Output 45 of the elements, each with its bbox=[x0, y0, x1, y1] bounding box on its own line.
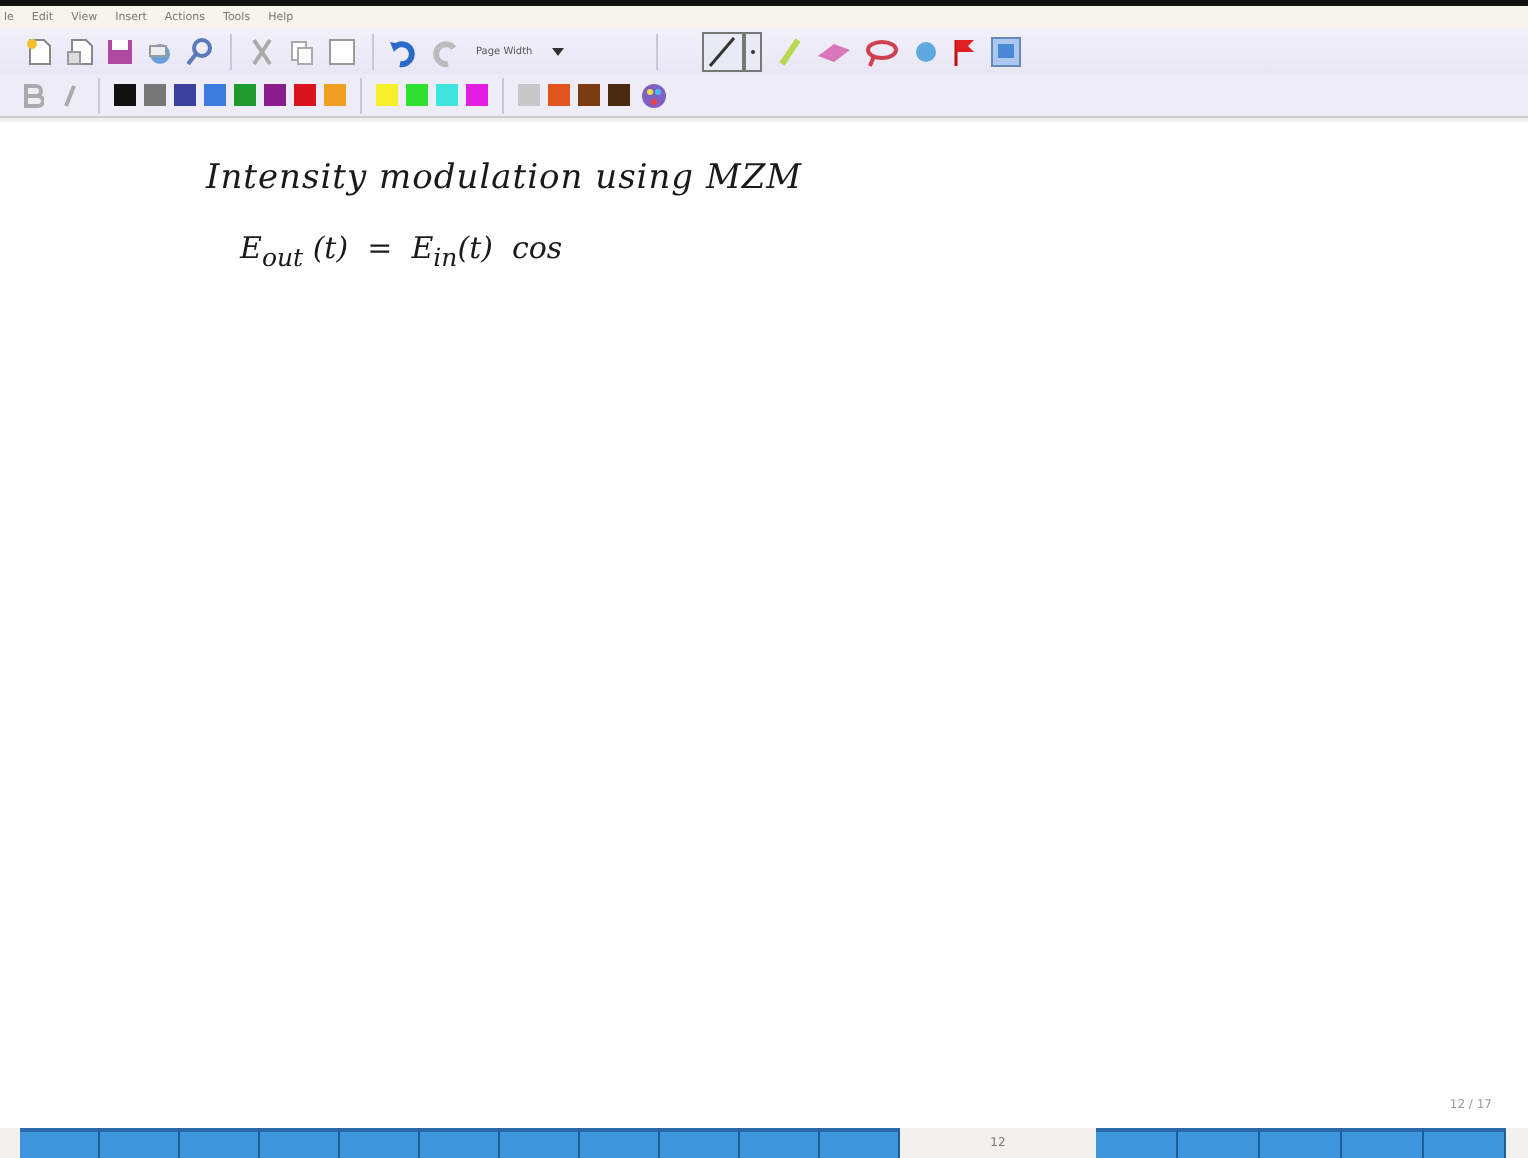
handwritten-title: Intensity modulation using MZM bbox=[206, 158, 805, 198]
page-tab[interactable] bbox=[500, 1128, 580, 1158]
color-swatch[interactable] bbox=[294, 84, 316, 106]
color-swatch[interactable] bbox=[144, 84, 166, 106]
color-swatch[interactable] bbox=[518, 84, 540, 106]
page-tab[interactable] bbox=[20, 1128, 100, 1158]
color-swatch[interactable] bbox=[406, 84, 428, 106]
page-tab[interactable] bbox=[180, 1128, 260, 1158]
page-tab[interactable] bbox=[1096, 1128, 1178, 1158]
handwritten-equation: E$_{out}$ (t) = E$_{in}$(t) cos bbox=[240, 230, 565, 272]
page-tab[interactable] bbox=[820, 1128, 900, 1158]
color-swatch[interactable] bbox=[234, 84, 256, 106]
open-file-icon[interactable] bbox=[64, 35, 96, 67]
page-tab[interactable] bbox=[580, 1128, 660, 1158]
page-tab[interactable] bbox=[420, 1128, 500, 1158]
page-tab[interactable] bbox=[1342, 1128, 1424, 1158]
page-tab[interactable] bbox=[1260, 1128, 1342, 1158]
palette-icon[interactable] bbox=[638, 79, 670, 111]
lasso-icon[interactable] bbox=[862, 35, 903, 67]
caret-icon bbox=[552, 47, 565, 55]
color-swatch[interactable] bbox=[264, 84, 286, 106]
page-tab[interactable] bbox=[660, 1128, 740, 1158]
color-swatch[interactable] bbox=[376, 84, 398, 106]
pen-tool-icon[interactable] bbox=[702, 31, 763, 71]
search-icon[interactable] bbox=[184, 35, 216, 67]
page-tab[interactable] bbox=[1424, 1128, 1506, 1158]
color-swatch[interactable] bbox=[578, 84, 600, 106]
color-swatch[interactable] bbox=[608, 84, 630, 106]
page-tab[interactable] bbox=[340, 1128, 420, 1158]
color-swatch[interactable] bbox=[548, 84, 570, 106]
page-tab[interactable] bbox=[260, 1128, 340, 1158]
copy-icon[interactable] bbox=[286, 35, 318, 67]
new-note-icon[interactable] bbox=[24, 35, 56, 67]
undo-icon[interactable] bbox=[388, 35, 420, 67]
color-swatch[interactable] bbox=[114, 84, 136, 106]
color-swatch[interactable] bbox=[324, 84, 346, 106]
bold-icon[interactable] bbox=[20, 79, 48, 111]
page-tab[interactable] bbox=[1178, 1128, 1260, 1158]
color-swatch[interactable] bbox=[466, 84, 488, 106]
page-tab[interactable] bbox=[100, 1128, 180, 1158]
color-swatch[interactable] bbox=[174, 84, 196, 106]
page-tab[interactable] bbox=[740, 1128, 820, 1158]
save-icon[interactable] bbox=[104, 35, 136, 67]
color-swatch[interactable] bbox=[436, 84, 458, 106]
color-swatch[interactable] bbox=[204, 84, 226, 106]
